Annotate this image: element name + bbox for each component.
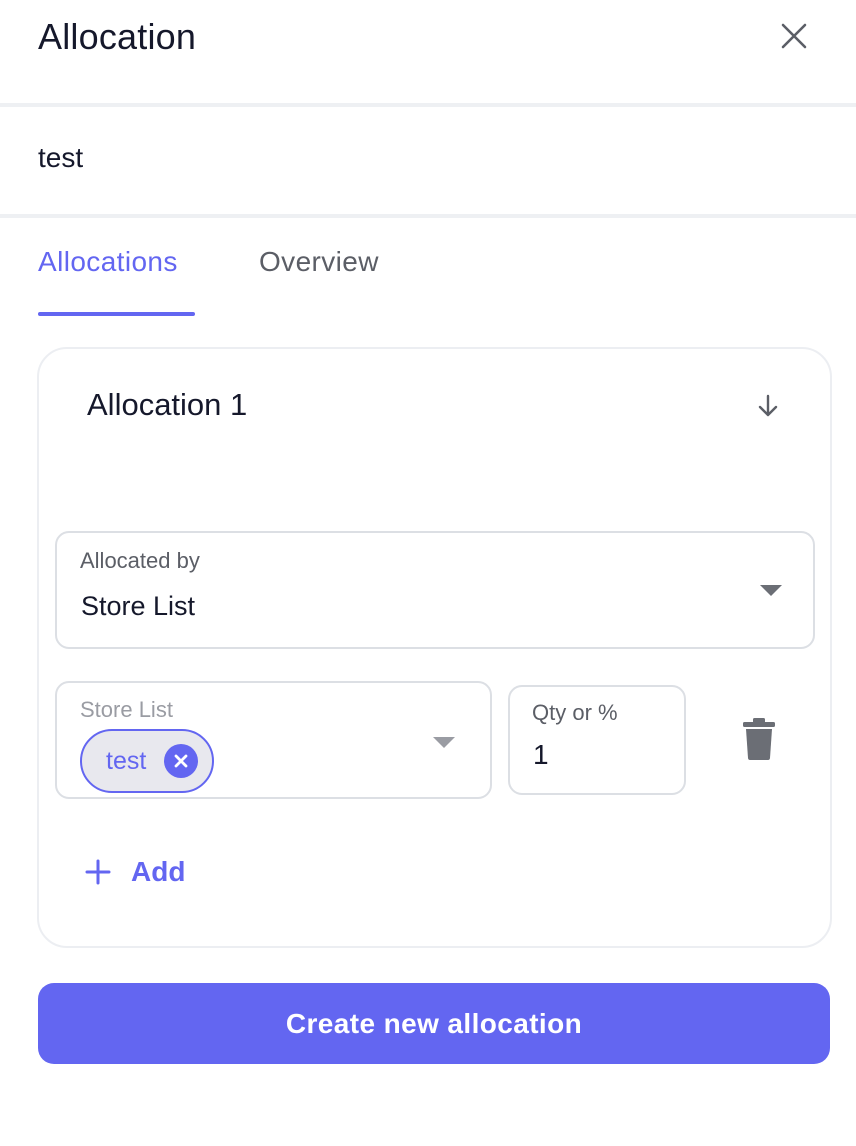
allocation-card: Allocation 1 Allocated by Store List Sto… <box>37 347 832 948</box>
qty-label: Qty or % <box>532 700 618 725</box>
tab-allocations[interactable]: Allocations <box>38 246 178 278</box>
panel-title: Allocation <box>38 16 197 57</box>
header-divider <box>0 103 856 107</box>
allocated-by-select[interactable]: Allocated by Store List <box>55 531 815 649</box>
add-label: Add <box>131 856 186 887</box>
create-allocation-label: Create new allocation <box>285 1007 583 1039</box>
store-list-select[interactable]: Store List test <box>55 681 492 799</box>
create-allocation-button[interactable]: Create new allocation <box>38 983 830 1064</box>
allocation-card-title: Allocation 1 <box>87 387 248 422</box>
arrow-down-icon <box>758 394 778 417</box>
qty-value: 1 <box>533 739 549 770</box>
qty-input[interactable]: Qty or % 1 <box>508 685 686 795</box>
allocated-by-value: Store List <box>81 591 196 621</box>
expand-button[interactable] <box>751 389 785 423</box>
store-list-label: Store List <box>80 697 173 722</box>
add-row-button[interactable]: Add <box>85 852 185 892</box>
allocated-by-label: Allocated by <box>80 548 200 573</box>
close-icon <box>174 754 188 768</box>
trash-icon <box>743 718 775 760</box>
tab-overview[interactable]: Overview <box>259 246 379 278</box>
delete-row-button[interactable] <box>739 715 779 763</box>
panel-header: Allocation <box>0 0 856 104</box>
allocation-name: test <box>38 142 84 173</box>
allocation-panel: Allocation test Allocations Overview All… <box>0 0 856 1146</box>
close-icon <box>781 23 807 49</box>
chevron-down-icon <box>433 737 455 748</box>
plus-icon <box>85 859 111 885</box>
close-button[interactable] <box>774 16 814 56</box>
chevron-down-icon <box>760 585 782 596</box>
store-chip-label: test <box>106 746 147 775</box>
store-chip[interactable]: test <box>80 729 215 793</box>
chip-remove-button[interactable] <box>164 744 199 778</box>
name-divider <box>0 214 856 218</box>
active-tab-indicator <box>38 312 195 316</box>
